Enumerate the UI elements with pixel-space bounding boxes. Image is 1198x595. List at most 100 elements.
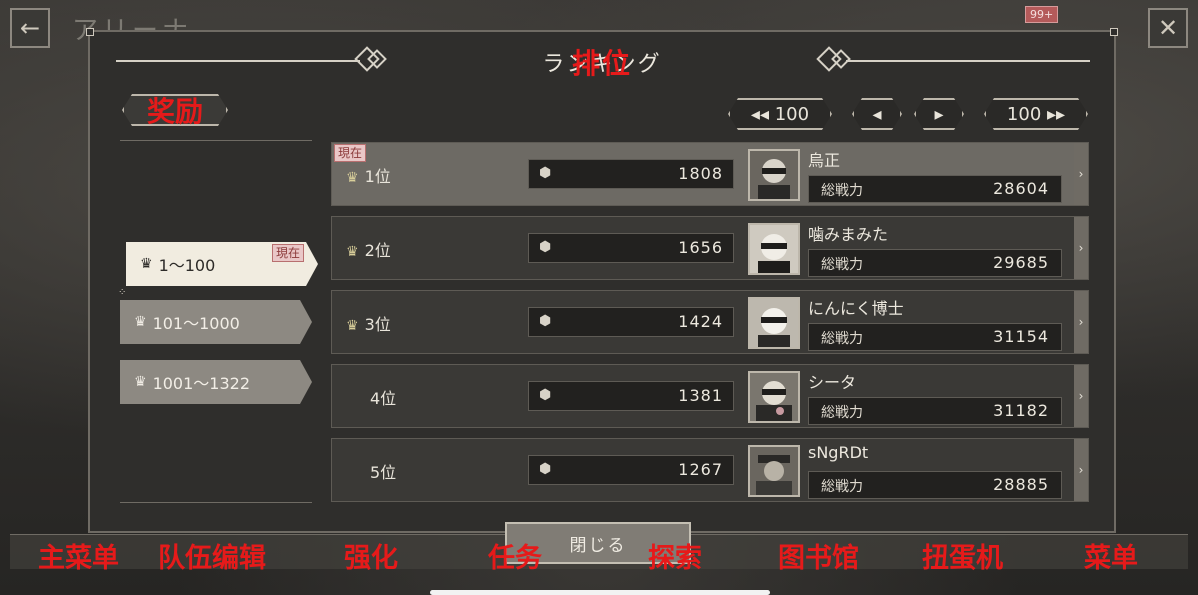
rank-label: 2位 [364, 241, 391, 260]
power-box: 総戦力 31154 [808, 323, 1062, 351]
power-box: 総戦力 31182 [808, 397, 1062, 425]
total-power: 28604 [993, 179, 1049, 198]
avatar[interactable] [748, 445, 800, 497]
player-name: 噛みまみた [808, 225, 889, 244]
cube-icon: ⬢ [539, 165, 552, 181]
rank-label: 3位 [364, 315, 391, 334]
title-overlay-label: 排位 [571, 47, 632, 80]
chevron-right-icon: › [1074, 291, 1088, 353]
arena-score: 1424 [678, 312, 723, 331]
avatar[interactable] [748, 149, 800, 201]
rank-cell: ♛ 2位 [346, 237, 391, 261]
crown-icon: ♛ [346, 170, 359, 186]
power-label: 総戦力 [821, 257, 863, 273]
chevron-right-icon: › [1074, 217, 1088, 279]
corner-ornament [1110, 28, 1118, 36]
ranking-row[interactable]: ♛ 2位 ⬢ 1656 噛みまみた 総戦力 29685 › [331, 216, 1089, 280]
notification-badge: 99+ [1025, 6, 1059, 23]
nav-enhance[interactable]: 强化 [344, 536, 398, 575]
ranking-row[interactable]: ♛ 3位 ⬢ 1424 にんにく博士 総戦力 31154 › [331, 290, 1089, 354]
range-tab-101-1000[interactable]: ♛ 101〜1000 [120, 300, 312, 344]
arrow-left-icon: ← [19, 14, 41, 42]
range-label: 101〜1000 [152, 314, 240, 333]
crown-icon: ♛ [134, 314, 147, 330]
total-power: 31154 [993, 327, 1049, 346]
power-label: 総戦力 [821, 405, 863, 421]
cube-icon: ⬢ [539, 313, 552, 329]
rank-label: 1位 [364, 167, 391, 186]
cube-icon: ⬢ [539, 461, 552, 477]
chevron-right-icon: › [1074, 439, 1088, 501]
nav-explore[interactable]: 探索 [648, 536, 702, 575]
total-power: 31182 [993, 401, 1049, 420]
crossed-swords-icon: ✕ [1157, 14, 1179, 42]
score-box: ⬢ 1656 [528, 233, 734, 263]
total-power: 28885 [993, 475, 1049, 494]
current-badge: 現在 [334, 144, 367, 162]
range-label: 1〜100 [158, 256, 216, 275]
corner-ornament [86, 28, 94, 36]
player-name: にんにく博士 [808, 299, 904, 318]
nav-gacha[interactable]: 扭蛋机 [922, 536, 1003, 575]
back-button[interactable]: ← [10, 8, 50, 48]
score-box: ⬢ 1381 [528, 381, 734, 411]
last-page-button[interactable]: 100 ▸▸ [984, 98, 1088, 130]
rank-cell: 5位 [370, 459, 396, 483]
selection-marker-icon: ⁘ [118, 287, 127, 298]
crown-icon: ♛ [134, 374, 147, 390]
chevron-right-icon: › [1074, 143, 1088, 205]
chevron-right-icon: › [1074, 365, 1088, 427]
score-box: ⬢ 1267 [528, 455, 734, 485]
avatar-portrait-icon [750, 447, 798, 495]
total-power: 29685 [993, 253, 1049, 272]
cube-icon: ⬢ [539, 239, 552, 255]
power-label: 総戦力 [821, 331, 863, 347]
avatar[interactable] [748, 223, 800, 275]
avatar-portrait-icon [750, 373, 798, 421]
range-tab-1-100[interactable]: ♛ 1〜100 現在 [126, 242, 318, 286]
avatar[interactable] [748, 297, 800, 349]
arena-score: 1267 [678, 460, 723, 479]
nav-quests[interactable]: 任务 [488, 536, 542, 575]
ranking-modal: ランキング 排位 奖励 ◂◂ 100 ◂ ▸ 100 ▸▸ ⁘ ♛ 1〜100 … [86, 28, 1118, 533]
ranking-row[interactable]: 4位 ⬢ 1381 シータ 総戦力 31182 › [331, 364, 1089, 428]
rank-label: 4位 [370, 389, 397, 408]
arena-score: 1381 [678, 386, 723, 405]
range-label: 1001〜1322 [152, 374, 251, 393]
avatar-portrait-icon [750, 299, 798, 347]
reward-overlay-label: 奖励 [146, 95, 203, 128]
current-badge: 現在 [272, 244, 304, 262]
nav-team-edit[interactable]: 队伍编辑 [158, 536, 266, 575]
divider [120, 502, 312, 503]
ranking-row[interactable]: 5位 ⬢ 1267 sNgRDt 総戦力 28885 › [331, 438, 1089, 502]
player-name: 烏正 [808, 151, 841, 170]
avatar-portrait-icon [750, 225, 798, 273]
nav-menu[interactable]: 菜单 [1084, 536, 1138, 575]
crown-icon: ♛ [346, 244, 359, 260]
prev-page-button[interactable]: ◂ [852, 98, 902, 130]
first-page-button[interactable]: ◂◂ 100 [728, 98, 832, 130]
rank-cell: ♛ 1位 [346, 163, 391, 187]
player-name: シータ [808, 373, 857, 392]
power-box: 総戦力 29685 [808, 249, 1062, 277]
avatar[interactable] [748, 371, 800, 423]
exit-button[interactable]: ✕ [1148, 8, 1188, 48]
score-box: ⬢ 1424 [528, 307, 734, 337]
crown-icon: ♛ [346, 318, 359, 334]
nav-library[interactable]: 图书馆 [778, 536, 859, 575]
rank-cell: 4位 [370, 385, 396, 409]
nav-main-menu[interactable]: 主菜单 [38, 536, 119, 575]
cube-icon: ⬢ [539, 387, 552, 403]
avatar-portrait-icon [750, 151, 798, 199]
player-name: sNgRDt [808, 443, 869, 462]
divider [120, 140, 312, 141]
crown-icon: ♛ [140, 256, 153, 272]
rank-label: 5位 [370, 463, 397, 482]
arena-score: 1656 [678, 238, 723, 257]
next-page-button[interactable]: ▸ [914, 98, 964, 130]
power-box: 総戦力 28604 [808, 175, 1062, 203]
range-tab-1001-1322[interactable]: ♛ 1001〜1322 [120, 360, 312, 404]
ranking-row[interactable]: 現在 ♛ 1位 ⬢ 1808 烏正 総戦力 28604 › [331, 142, 1089, 206]
home-indicator[interactable] [430, 590, 770, 595]
arena-score: 1808 [678, 164, 723, 183]
